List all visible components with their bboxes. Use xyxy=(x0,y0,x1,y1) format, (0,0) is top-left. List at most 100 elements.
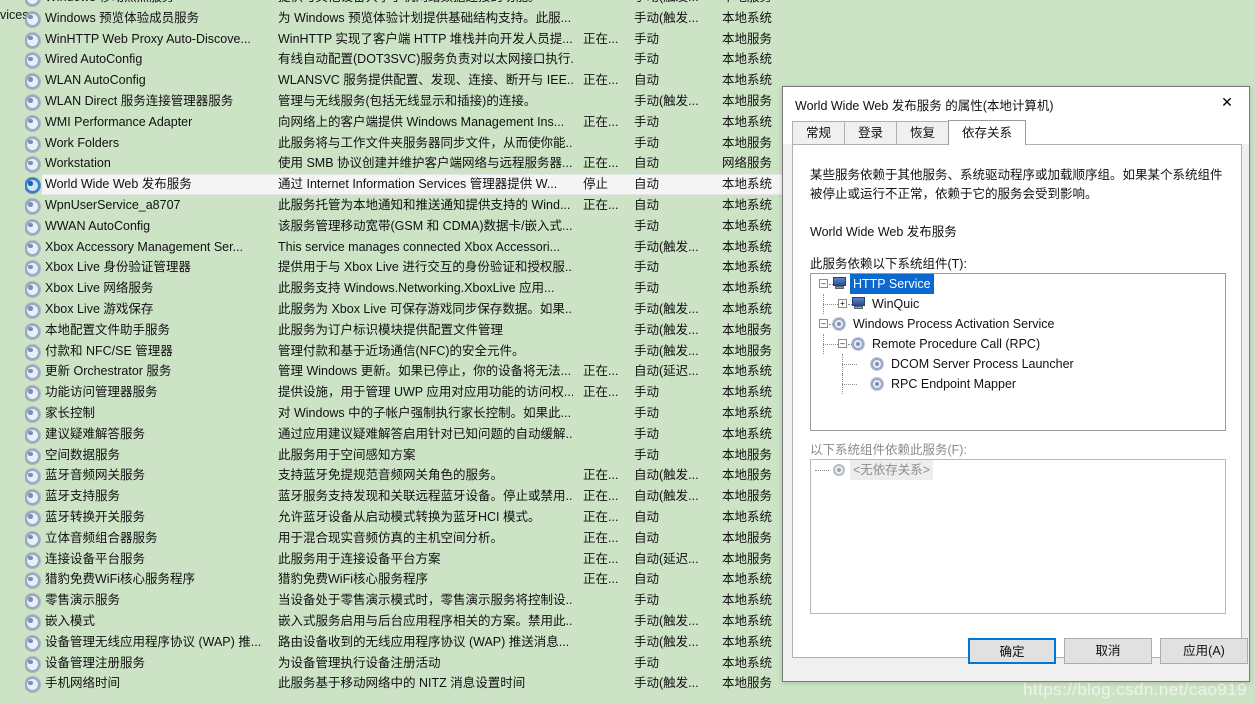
collapse-icon[interactable]: – xyxy=(838,339,847,348)
service-row[interactable]: WLAN AutoConfig WLANSVC 服务提供配置、发现、连接、断开与 … xyxy=(0,70,790,91)
service-row[interactable]: 家长控制对 Windows 中的子帐户强制执行家长控制。如果此... 手动 本地系统 xyxy=(0,403,790,424)
service-startup-type: 手动 xyxy=(634,31,660,46)
service-row[interactable]: WWAN AutoConfig 该服务管理移动宽带(GSM 和 CDMA)数据卡/… xyxy=(0,216,790,237)
service-row[interactable]: 连接设备平台服务 此服务用于连接设备平台方案 正在... 自动(延迟... 本地服务 xyxy=(0,549,790,570)
service-row[interactable]: Workstation 使用 SMB 协议创建并维护客户端网络与远程服务器... 正… xyxy=(0,153,790,174)
service-row[interactable]: Work Folders 此服务将与工作文件夹服务器同步文件，从而使你能... 手动… xyxy=(0,133,790,154)
service-name: 手机网络时间 xyxy=(45,676,121,691)
service-startup-type: 手动 xyxy=(634,426,660,441)
service-row[interactable]: WpnUserService_a8707 此服务托管为本地通知和推送通知提供支持的… xyxy=(0,195,790,216)
service-row[interactable]: 猎豹免费WiFi核心服务程序 猎豹免费WiFi核心服务程序 正在... 自动 本地系统 xyxy=(0,569,790,590)
service-row[interactable]: 本地配置文件助手服务 此服务为订户标识模块提供配置文件管理 手动(触发... 本地服务 xyxy=(0,320,790,341)
tab-3[interactable]: 恢复 xyxy=(896,121,950,144)
service-name: 建议疑难解答服务 xyxy=(45,426,146,441)
service-gear-icon xyxy=(25,237,43,258)
service-row[interactable]: Xbox Live 网络服务 此服务支持 Windows.Networking.X… xyxy=(0,278,790,299)
service-row[interactable]: 更新 Orchestrator 服务 管理 Windows 更新。如果已停止，你的… xyxy=(0,361,790,382)
service-startup-type: 手动 xyxy=(634,218,660,233)
service-startup-type: 手动 xyxy=(634,135,660,150)
service-row[interactable]: 设备管理无线应用程序协议 (WAP) 推... 路由设备收到的无线应用程序协议 (… xyxy=(0,632,790,653)
tree-node-label: WinQuic xyxy=(872,297,920,311)
service-description: 通过 Internet Information Services 管理器提供 W… xyxy=(278,177,558,192)
dialog-title: World Wide Web 发布服务 的属性(本地计算机) xyxy=(795,99,1054,113)
service-name: Xbox Accessory Management Ser... xyxy=(45,239,244,254)
service-row[interactable]: Xbox Live 身份验证管理器 提供用于与 Xbox Live 进行交互的身份… xyxy=(0,257,790,278)
service-name: 零售演示服务 xyxy=(45,593,121,608)
service-description: 猎豹免费WiFi核心服务程序 xyxy=(278,572,428,587)
upstream-dependencies-tree[interactable]: – HTTP Service + WinQuic – Windows Process Ac… xyxy=(810,273,1226,431)
tree-node[interactable]: – HTTP Service xyxy=(811,274,1225,294)
service-row[interactable]: Windows 预览体验成员服务 为 Windows 预览体验计划提供基础结构支持… xyxy=(0,8,790,29)
close-icon[interactable]: ✕ xyxy=(1205,87,1249,118)
apply-button[interactable]: 应用(A) xyxy=(1160,638,1248,664)
tab-2[interactable]: 登录 xyxy=(844,121,898,144)
service-row[interactable]: 设备管理注册服务 为设备管理执行设备注册活动 手动 本地系统 xyxy=(0,653,790,674)
dependency-service-name: World Wide Web 发布服务 xyxy=(810,225,957,239)
service-startup-type: 自动 xyxy=(634,73,660,88)
service-row[interactable]: Wired AutoConfig 有线自动配置(DOT3SVC)服务负责对以太网接… xyxy=(0,49,790,70)
service-row[interactable]: 嵌入模式 嵌入式服务启用与后台应用程序相关的方案。禁用此... 手动(触发... 本地… xyxy=(0,611,790,632)
service-row[interactable]: WinHTTP Web Proxy Auto-Discove... WinHTTP… xyxy=(0,29,790,50)
service-row[interactable]: 付款和 NFC/SE 管理器 管理付款和基于近场通信(NFC)的安全元件。 手动(触… xyxy=(0,341,790,362)
tab-4[interactable]: 依存关系 xyxy=(948,120,1027,145)
service-name: 蓝牙支持服务 xyxy=(45,489,121,504)
service-description: 该服务管理移动宽带(GSM 和 CDMA)数据卡/嵌入式... xyxy=(278,218,573,233)
service-row[interactable]: Xbox Accessory Management Ser... This ser… xyxy=(0,237,790,258)
service-row[interactable]: 蓝牙音频网关服务 支持蓝牙免提规范音频网关角色的服务。 正在... 自动(触发... 本… xyxy=(0,465,790,486)
tree-node[interactable]: – Windows Process Activation Service xyxy=(811,314,1225,334)
gear-grey-icon xyxy=(833,463,847,477)
services-list[interactable]: Windows 移动热点服务提供与其他设备共享手机网络数据连接的功能。手动(触发… xyxy=(0,0,790,694)
service-name: Wired AutoConfig xyxy=(45,52,143,67)
service-row[interactable]: Windows 移动热点服务提供与其他设备共享手机网络数据连接的功能。 手动(触发… xyxy=(0,0,790,8)
service-startup-type: 自动 xyxy=(634,509,660,524)
service-state: 正在... xyxy=(583,73,619,88)
service-logon-as: 本地系统 xyxy=(722,52,773,67)
service-row[interactable]: 立体音频组合器服务 用于混合现实音频仿真的主机空间分析。 正在... 自动 本地服务 xyxy=(0,528,790,549)
service-gear-icon xyxy=(25,673,43,694)
service-description: 此服务托管为本地通知和推送通知提供支持的 Wind... xyxy=(278,197,571,212)
service-gear-icon xyxy=(25,382,43,403)
service-name: Xbox Live 游戏保存 xyxy=(45,301,154,316)
service-name: 蓝牙转换开关服务 xyxy=(45,509,146,524)
collapse-icon[interactable]: – xyxy=(819,319,828,328)
tree-node[interactable]: DCOM Server Process Launcher xyxy=(811,354,1225,374)
service-row[interactable]: WMI Performance Adapter 向网络上的客户端提供 Window… xyxy=(0,112,790,133)
tree-node[interactable]: – Remote Procedure Call (RPC) xyxy=(811,334,1225,354)
service-description: WinHTTP 实现了客户端 HTTP 堆栈并向开发人员提... xyxy=(278,31,573,46)
collapse-icon[interactable]: – xyxy=(819,279,828,288)
service-logon-as: 本地服务 xyxy=(722,0,792,8)
service-gear-icon xyxy=(25,465,43,486)
service-startup-type: 手动(触发... xyxy=(634,239,699,254)
tab-1[interactable]: 常规 xyxy=(792,121,846,144)
cancel-button[interactable]: 取消 xyxy=(1064,638,1152,664)
tree-node[interactable]: RPC Endpoint Mapper xyxy=(811,374,1225,394)
service-gear-icon xyxy=(25,320,43,341)
service-gear-icon xyxy=(25,29,43,50)
dependencies-tab-panel: 某些服务依赖于其他服务、系统驱动程序或加载顺序组。如果某个系统组件被停止或运行不… xyxy=(792,144,1242,658)
service-state: 正在... xyxy=(583,114,619,129)
service-row[interactable]: 蓝牙支持服务 蓝牙服务支持发现和关联远程蓝牙设备。停止或禁用... 正在... 自动(… xyxy=(0,486,790,507)
tree-node-label: HTTP Service xyxy=(850,274,934,294)
service-properties-dialog: World Wide Web 发布服务 的属性(本地计算机) ✕ 常规 登录 恢复依… xyxy=(782,86,1250,682)
service-description: 此服务用于连接设备平台方案 xyxy=(278,551,441,566)
expand-icon[interactable]: + xyxy=(838,299,847,308)
service-name: 蓝牙音频网关服务 xyxy=(45,468,146,483)
service-row[interactable]: 手机网络时间 此服务基于移动网络中的 NITZ 消息设置时间 手动(触发... 本地服… xyxy=(0,673,790,694)
service-state: 正在... xyxy=(583,156,619,171)
service-row[interactable]: 功能访问管理器服务 提供设施，用于管理 UWP 应用对应用功能的访问权... 正在.… xyxy=(0,382,790,403)
service-row[interactable]: 零售演示服务 当设备处于零售演示模式时，零售演示服务将控制设... 手动 本地系统 xyxy=(0,590,790,611)
service-row[interactable]: Xbox Live 游戏保存 此服务为 Xbox Live 可保存游戏同步保存数据… xyxy=(0,299,790,320)
service-row[interactable]: World Wide Web 发布服务 通过 Internet Informati… xyxy=(0,174,790,195)
service-row[interactable]: 空间数据服务 此服务用于空间感知方案 手动 本地服务 xyxy=(0,445,790,466)
service-gear-icon xyxy=(25,91,43,112)
service-name: 本地配置文件助手服务 xyxy=(45,322,171,337)
service-startup-type: 自动(触发... xyxy=(634,489,699,504)
dialog-tabstrip[interactable]: 常规 登录 恢复 依存关系 xyxy=(783,120,1249,145)
tree-node[interactable]: + WinQuic xyxy=(811,294,1225,314)
ok-button[interactable]: 确定 xyxy=(968,638,1056,664)
downstream-dependencies-tree[interactable]: <无依存关系> xyxy=(810,459,1226,614)
tree-node[interactable]: <无依存关系> xyxy=(811,460,1225,480)
service-row[interactable]: WLAN Direct 服务连接管理器服务 管理与无线服务(包括无线显示和插接)的… xyxy=(0,91,790,112)
service-row[interactable]: 建议疑难解答服务 通过应用建议疑难解答启用针对已知问题的自动缓解... 手动 本地系统 xyxy=(0,424,790,445)
service-row[interactable]: 蓝牙转换开关服务 允许蓝牙设备从启动模式转换为蓝牙HCI 模式。 正在... 自动 本地… xyxy=(0,507,790,528)
